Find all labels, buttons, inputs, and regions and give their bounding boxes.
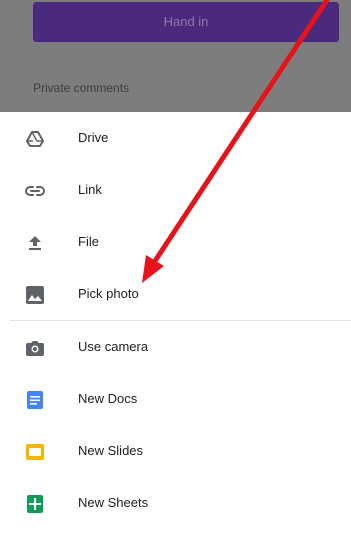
link-icon <box>25 181 45 201</box>
menu-item-new-sheets[interactable]: New Sheets <box>0 477 351 529</box>
menu-item-new-slides[interactable]: New Slides <box>0 425 351 477</box>
private-comments-label: Private comments <box>33 81 130 95</box>
menu-item-label: Drive <box>78 130 109 145</box>
menu-item-label: File <box>78 234 99 249</box>
menu-item-use-camera[interactable]: Use camera <box>0 321 351 373</box>
menu-item-label: New Slides <box>78 443 144 458</box>
menu-item-file[interactable]: File <box>0 216 351 268</box>
menu-item-drive[interactable]: Drive <box>0 112 351 164</box>
camera-icon <box>25 338 45 358</box>
image-icon <box>25 285 45 305</box>
dimmed-background: Hand in Private comments <box>0 0 351 112</box>
drive-icon <box>25 129 45 149</box>
menu-item-label: Link <box>78 182 102 197</box>
menu-item-link[interactable]: Link <box>0 164 351 216</box>
menu-item-label: New Sheets <box>78 495 149 510</box>
menu-item-label: Use camera <box>78 339 149 354</box>
sheets-icon <box>25 494 45 514</box>
menu-item-label: New Docs <box>78 391 138 406</box>
upload-icon <box>25 233 45 253</box>
hand-in-button[interactable]: Hand in <box>33 2 339 42</box>
menu-item-new-docs[interactable]: New Docs <box>0 373 351 425</box>
menu-item-label: Pick photo <box>78 286 139 301</box>
docs-icon <box>25 390 45 410</box>
slides-icon <box>25 442 45 462</box>
menu-item-pick-photo[interactable]: Pick photo <box>0 268 351 320</box>
